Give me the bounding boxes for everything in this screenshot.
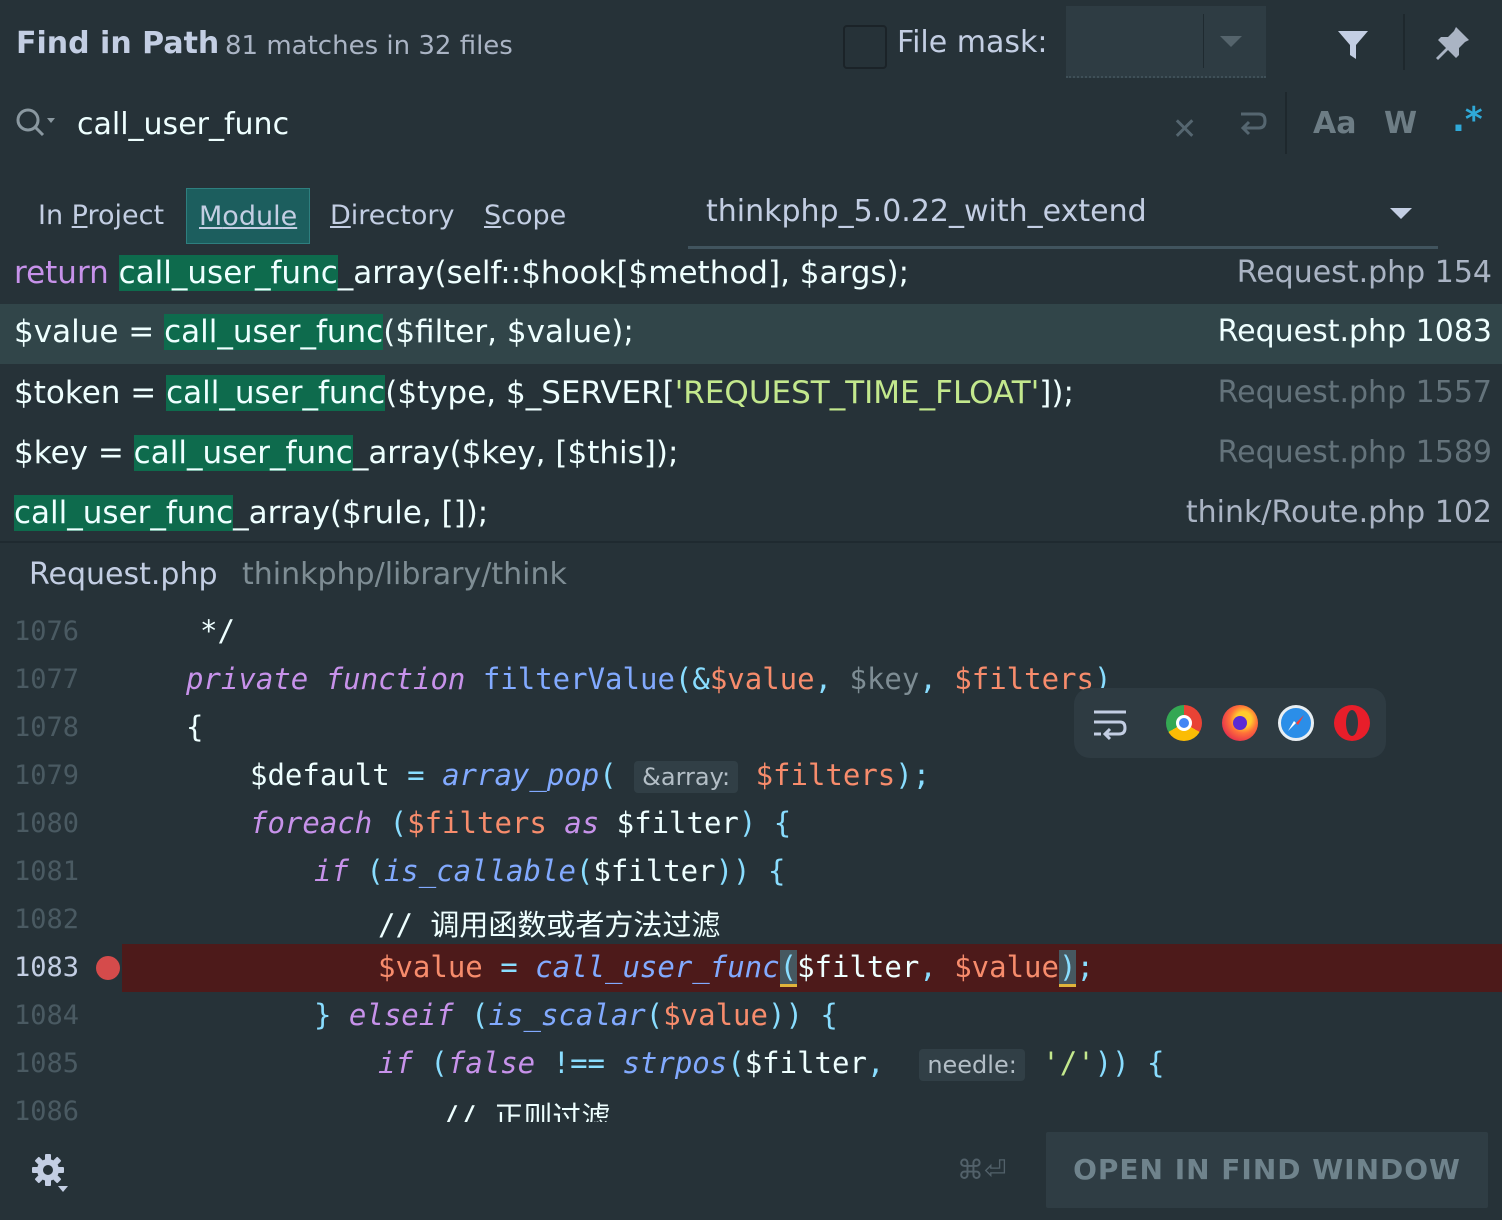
file-mask-checkbox[interactable] [843,25,887,69]
new-line-icon[interactable] [1237,108,1269,144]
code-preview[interactable]: 1076 */ 1077 private function filterValu… [0,608,1502,1122]
tab-module[interactable]: Module [186,188,311,244]
result-row[interactable]: call_user_func_array($rule, []); think/R… [0,485,1502,545]
result-row-selected[interactable]: $value = call_user_func($filter, $value)… [0,304,1502,364]
filter-icon[interactable] [1336,28,1370,66]
pin-icon[interactable] [1434,24,1472,66]
regex-toggle[interactable]: .* [1452,100,1483,140]
file-mask-label: File mask: [897,25,1048,60]
module-select[interactable]: thinkphp_5.0.22_with_extend [688,182,1438,249]
open-in-find-window-button[interactable]: OPEN IN FIND WINDOW [1046,1132,1488,1208]
tab-in-project[interactable]: In Project [26,188,176,244]
code-line-current: 1083 $value = call_user_func($filter, $v… [0,944,1502,992]
chrome-icon[interactable] [1166,705,1202,741]
code-line: 1081 if (is_callable($filter)) { [14,854,786,888]
parameter-hint: needle: [919,1049,1025,1081]
tab-directory[interactable]: Directory [318,188,466,244]
code-line: 1079 $default = array_pop( &array: $filt… [14,758,931,793]
file-mask-dropdown-button[interactable] [1203,14,1258,68]
preview-file-path: thinkphp/library/think [242,557,567,592]
firefox-icon[interactable] [1222,705,1258,741]
soft-wrap-icon[interactable] [1092,706,1128,746]
toolbar-divider [1403,14,1405,70]
match-case-toggle[interactable]: Aa [1313,106,1356,141]
preview-file-name: Request.php [29,557,218,592]
close-icon[interactable]: ✕ [1172,112,1197,147]
chevron-down-icon [1220,36,1242,47]
match-count: 81 matches in 32 files [225,31,513,61]
module-select-value: thinkphp_5.0.22_with_extend [706,194,1147,229]
result-file: think/Route.php 102 [1185,495,1492,530]
safari-icon[interactable] [1278,705,1314,741]
whole-words-toggle[interactable]: W [1384,106,1417,141]
tab-scope[interactable]: Scope [472,188,578,244]
parameter-hint: &array: [634,761,739,793]
toolbar-divider [1285,92,1287,154]
result-file: Request.php 154 [1236,255,1492,290]
result-row[interactable]: $key = call_user_func_array($key, [$this… [0,425,1502,485]
result-file: Request.php 1589 [1217,435,1492,470]
divider [0,541,1502,543]
code-line: 1086 // 正则过滤 [14,1096,611,1122]
result-row[interactable]: $token = call_user_func($type, $_SERVER[… [0,365,1502,425]
dialog-title: Find in Path [16,26,220,61]
opera-icon[interactable] [1334,705,1370,741]
search-input[interactable]: call_user_func [77,107,289,142]
code-line: 1080 foreach ($filters as $filter) { [14,806,792,840]
code-line: 1076 */ [14,614,235,648]
search-icon[interactable] [14,106,58,144]
shortcut-hint: ⌘⏎ [957,1155,1007,1186]
code-line: 1084 } elseif (is_scalar($value)) { [14,998,838,1032]
code-line: 1085 if (false !== strpos($filter, needl… [14,1046,1165,1081]
gear-icon[interactable] [30,1152,72,1198]
chevron-down-icon [1390,208,1412,219]
result-row[interactable]: return call_user_func_array(self::$hook[… [0,245,1502,305]
browser-toolbar [1074,688,1386,758]
result-file: Request.php 1557 [1217,375,1492,410]
result-file: Request.php 1083 [1217,314,1492,349]
breakpoint-icon[interactable] [96,956,120,980]
code-line: 1082 // 调用函数或者方法过滤 [14,904,721,942]
